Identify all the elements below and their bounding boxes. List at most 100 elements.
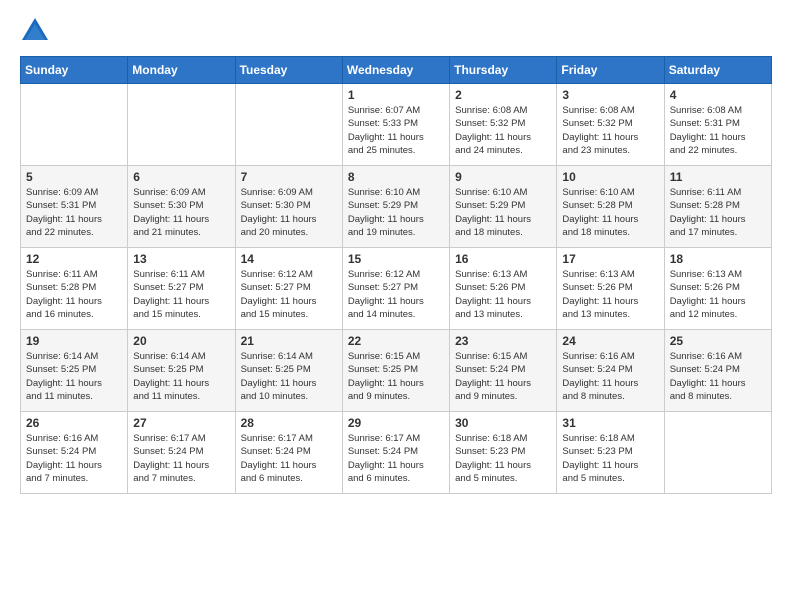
calendar-cell: 5 Sunrise: 6:09 AM Sunset: 5:31 PM Daylig… xyxy=(21,166,128,248)
calendar-cell: 1Sunrise: 6:07 AM Sunset: 5:33 PM Daylig… xyxy=(342,84,449,166)
day-info: Sunrise: 6:16 AM Sunset: 5:24 PM Dayligh… xyxy=(26,432,122,485)
day-info: Sunrise: 6:11 AM Sunset: 5:28 PM Dayligh… xyxy=(26,268,122,321)
day-info: Sunrise: 6:14 AM Sunset: 5:25 PM Dayligh… xyxy=(26,350,122,403)
day-number: 28 xyxy=(241,416,337,430)
weekday-header-sunday: Sunday xyxy=(21,57,128,84)
calendar-cell xyxy=(235,84,342,166)
calendar-cell: 26 Sunrise: 6:16 AM Sunset: 5:24 PM Dayli… xyxy=(21,412,128,494)
calendar-body: 1Sunrise: 6:07 AM Sunset: 5:33 PM Daylig… xyxy=(21,84,772,494)
calendar-cell: 4 Sunrise: 6:08 AM Sunset: 5:31 PM Daylig… xyxy=(664,84,771,166)
calendar-cell xyxy=(128,84,235,166)
day-number: 26 xyxy=(26,416,122,430)
calendar-cell xyxy=(664,412,771,494)
day-info: Sunrise: 6:13 AM Sunset: 5:26 PM Dayligh… xyxy=(562,268,658,321)
day-info: Sunrise: 6:15 AM Sunset: 5:25 PM Dayligh… xyxy=(348,350,444,403)
weekday-header-saturday: Saturday xyxy=(664,57,771,84)
calendar-week-row: 5 Sunrise: 6:09 AM Sunset: 5:31 PM Daylig… xyxy=(21,166,772,248)
day-number: 30 xyxy=(455,416,551,430)
day-info: Sunrise: 6:13 AM Sunset: 5:26 PM Dayligh… xyxy=(670,268,766,321)
calendar-cell: 2 Sunrise: 6:08 AM Sunset: 5:32 PM Daylig… xyxy=(450,84,557,166)
day-number: 2 xyxy=(455,88,551,102)
day-number: 1 xyxy=(348,88,444,102)
day-info: Sunrise: 6:11 AM Sunset: 5:28 PM Dayligh… xyxy=(670,186,766,239)
day-number: 4 xyxy=(670,88,766,102)
calendar-cell: 12 Sunrise: 6:11 AM Sunset: 5:28 PM Dayli… xyxy=(21,248,128,330)
day-info: Sunrise: 6:11 AM Sunset: 5:27 PM Dayligh… xyxy=(133,268,229,321)
day-number: 23 xyxy=(455,334,551,348)
calendar-cell: 3Sunrise: 6:08 AM Sunset: 5:32 PM Daylig… xyxy=(557,84,664,166)
day-number: 29 xyxy=(348,416,444,430)
day-number: 14 xyxy=(241,252,337,266)
day-info: Sunrise: 6:13 AM Sunset: 5:26 PM Dayligh… xyxy=(455,268,551,321)
calendar-cell: 11 Sunrise: 6:11 AM Sunset: 5:28 PM Dayli… xyxy=(664,166,771,248)
calendar-header: SundayMondayTuesdayWednesdayThursdayFrid… xyxy=(21,57,772,84)
day-number: 12 xyxy=(26,252,122,266)
calendar-cell: 7 Sunrise: 6:09 AM Sunset: 5:30 PM Daylig… xyxy=(235,166,342,248)
day-info: Sunrise: 6:09 AM Sunset: 5:31 PM Dayligh… xyxy=(26,186,122,239)
day-number: 22 xyxy=(348,334,444,348)
day-number: 11 xyxy=(670,170,766,184)
day-info: Sunrise: 6:09 AM Sunset: 5:30 PM Dayligh… xyxy=(133,186,229,239)
day-number: 8 xyxy=(348,170,444,184)
calendar-cell: 9Sunrise: 6:10 AM Sunset: 5:29 PM Daylig… xyxy=(450,166,557,248)
calendar-cell: 25Sunrise: 6:16 AM Sunset: 5:24 PM Dayli… xyxy=(664,330,771,412)
calendar-cell: 29 Sunrise: 6:17 AM Sunset: 5:24 PM Dayli… xyxy=(342,412,449,494)
day-info: Sunrise: 6:18 AM Sunset: 5:23 PM Dayligh… xyxy=(455,432,551,485)
calendar-cell: 8 Sunrise: 6:10 AM Sunset: 5:29 PM Daylig… xyxy=(342,166,449,248)
weekday-header-wednesday: Wednesday xyxy=(342,57,449,84)
calendar-cell: 14Sunrise: 6:12 AM Sunset: 5:27 PM Dayli… xyxy=(235,248,342,330)
calendar-cell: 19 Sunrise: 6:14 AM Sunset: 5:25 PM Dayli… xyxy=(21,330,128,412)
day-info: Sunrise: 6:08 AM Sunset: 5:31 PM Dayligh… xyxy=(670,104,766,157)
day-number: 21 xyxy=(241,334,337,348)
day-info: Sunrise: 6:14 AM Sunset: 5:25 PM Dayligh… xyxy=(133,350,229,403)
calendar-cell: 22 Sunrise: 6:15 AM Sunset: 5:25 PM Dayli… xyxy=(342,330,449,412)
day-info: Sunrise: 6:10 AM Sunset: 5:28 PM Dayligh… xyxy=(562,186,658,239)
day-number: 18 xyxy=(670,252,766,266)
day-number: 7 xyxy=(241,170,337,184)
day-number: 15 xyxy=(348,252,444,266)
calendar-week-row: 19 Sunrise: 6:14 AM Sunset: 5:25 PM Dayli… xyxy=(21,330,772,412)
day-info: Sunrise: 6:17 AM Sunset: 5:24 PM Dayligh… xyxy=(241,432,337,485)
calendar-table: SundayMondayTuesdayWednesdayThursdayFrid… xyxy=(20,56,772,494)
header xyxy=(20,16,772,46)
calendar-cell: 15Sunrise: 6:12 AM Sunset: 5:27 PM Dayli… xyxy=(342,248,449,330)
day-info: Sunrise: 6:16 AM Sunset: 5:24 PM Dayligh… xyxy=(562,350,658,403)
day-number: 5 xyxy=(26,170,122,184)
calendar-cell: 17 Sunrise: 6:13 AM Sunset: 5:26 PM Dayli… xyxy=(557,248,664,330)
day-number: 24 xyxy=(562,334,658,348)
day-info: Sunrise: 6:09 AM Sunset: 5:30 PM Dayligh… xyxy=(241,186,337,239)
calendar-week-row: 12 Sunrise: 6:11 AM Sunset: 5:28 PM Dayli… xyxy=(21,248,772,330)
weekday-header-thursday: Thursday xyxy=(450,57,557,84)
day-number: 17 xyxy=(562,252,658,266)
page: SundayMondayTuesdayWednesdayThursdayFrid… xyxy=(0,0,792,504)
day-info: Sunrise: 6:08 AM Sunset: 5:32 PM Dayligh… xyxy=(455,104,551,157)
calendar-cell: 10Sunrise: 6:10 AM Sunset: 5:28 PM Dayli… xyxy=(557,166,664,248)
calendar-cell: 13 Sunrise: 6:11 AM Sunset: 5:27 PM Dayli… xyxy=(128,248,235,330)
calendar-cell: 16 Sunrise: 6:13 AM Sunset: 5:26 PM Dayli… xyxy=(450,248,557,330)
weekday-header-tuesday: Tuesday xyxy=(235,57,342,84)
calendar-cell: 24 Sunrise: 6:16 AM Sunset: 5:24 PM Dayli… xyxy=(557,330,664,412)
calendar-cell: 27 Sunrise: 6:17 AM Sunset: 5:24 PM Dayli… xyxy=(128,412,235,494)
day-info: Sunrise: 6:08 AM Sunset: 5:32 PM Dayligh… xyxy=(562,104,658,157)
calendar-cell: 6Sunrise: 6:09 AM Sunset: 5:30 PM Daylig… xyxy=(128,166,235,248)
day-info: Sunrise: 6:17 AM Sunset: 5:24 PM Dayligh… xyxy=(348,432,444,485)
day-info: Sunrise: 6:17 AM Sunset: 5:24 PM Dayligh… xyxy=(133,432,229,485)
day-number: 13 xyxy=(133,252,229,266)
day-info: Sunrise: 6:14 AM Sunset: 5:25 PM Dayligh… xyxy=(241,350,337,403)
calendar-week-row: 26 Sunrise: 6:16 AM Sunset: 5:24 PM Dayli… xyxy=(21,412,772,494)
day-number: 20 xyxy=(133,334,229,348)
calendar-cell: 20 Sunrise: 6:14 AM Sunset: 5:25 PM Dayli… xyxy=(128,330,235,412)
day-number: 16 xyxy=(455,252,551,266)
calendar-cell: 21 Sunrise: 6:14 AM Sunset: 5:25 PM Dayli… xyxy=(235,330,342,412)
day-info: Sunrise: 6:18 AM Sunset: 5:23 PM Dayligh… xyxy=(562,432,658,485)
day-info: Sunrise: 6:10 AM Sunset: 5:29 PM Dayligh… xyxy=(455,186,551,239)
calendar-cell: 23Sunrise: 6:15 AM Sunset: 5:24 PM Dayli… xyxy=(450,330,557,412)
day-info: Sunrise: 6:10 AM Sunset: 5:29 PM Dayligh… xyxy=(348,186,444,239)
calendar-cell: 31Sunrise: 6:18 AM Sunset: 5:23 PM Dayli… xyxy=(557,412,664,494)
day-number: 27 xyxy=(133,416,229,430)
weekday-header-row: SundayMondayTuesdayWednesdayThursdayFrid… xyxy=(21,57,772,84)
calendar-cell xyxy=(21,84,128,166)
weekday-header-friday: Friday xyxy=(557,57,664,84)
day-number: 19 xyxy=(26,334,122,348)
logo-icon xyxy=(20,16,50,46)
